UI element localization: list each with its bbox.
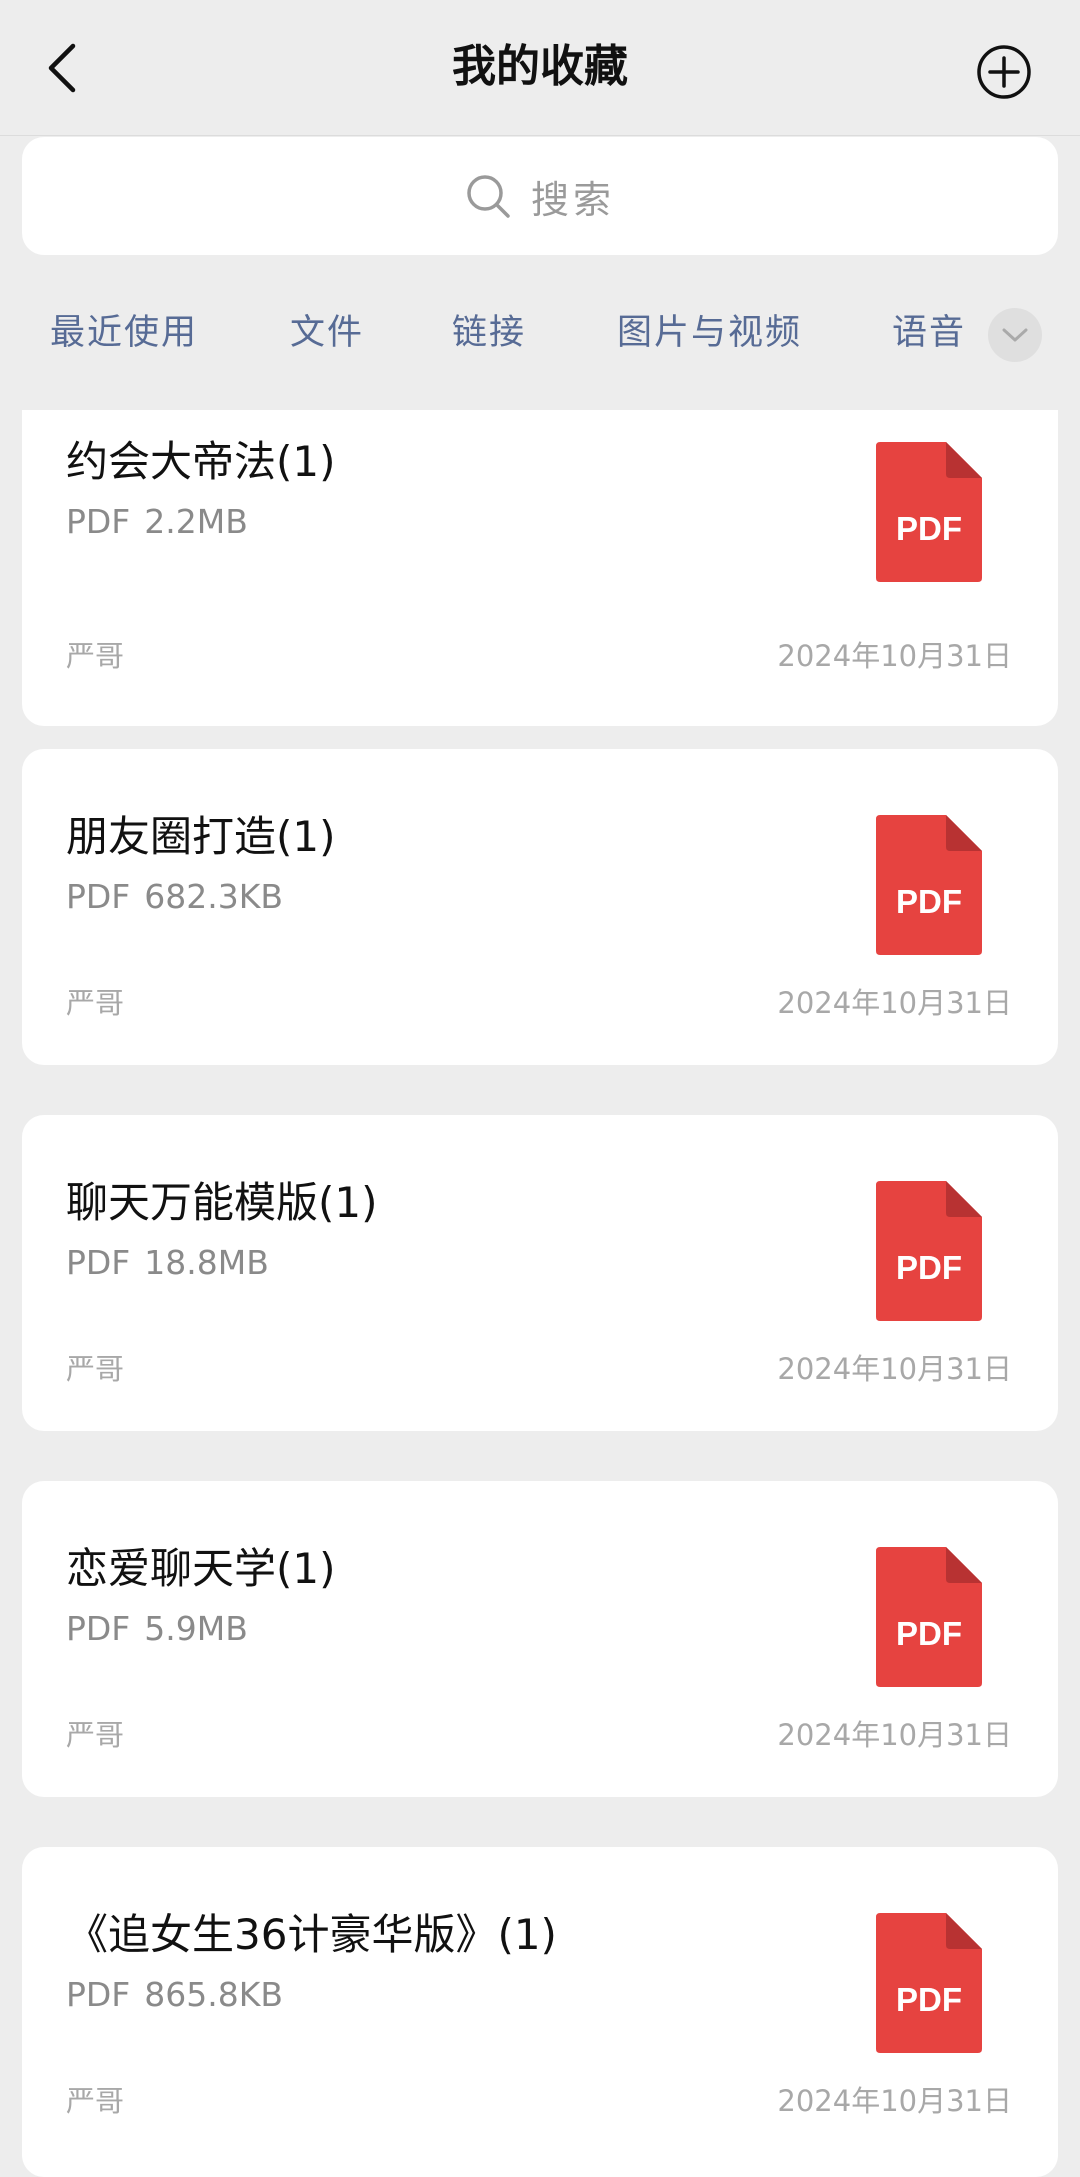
item-title: 朋友圈打造(1) (66, 812, 336, 861)
item-type: PDF (66, 877, 131, 916)
item-title: 聊天万能模版(1) (66, 1178, 378, 1227)
item-source: 严哥 (66, 639, 125, 673)
search-bar[interactable]: 搜索 (22, 137, 1058, 255)
category-tabs: 最近使用 文件 链接 图片与视频 语音 (0, 290, 1080, 380)
list-item[interactable]: 《追女生36计豪华版》(1) PDF 865.8KB 严哥 2024年10月31日… (22, 1847, 1058, 2177)
tab-files[interactable]: 文件 (290, 308, 364, 358)
item-source: 严哥 (66, 986, 125, 1020)
item-title: 恋爱聊天学(1) (66, 1544, 336, 1593)
item-date: 2024年10月31日 (777, 2084, 1012, 2118)
item-type: PDF (66, 1975, 131, 2014)
pdf-file-icon: PDF (876, 442, 982, 582)
item-date: 2024年10月31日 (777, 639, 1012, 673)
item-type: PDF (66, 1609, 131, 1648)
item-title: 约会大帝法(1) (66, 437, 336, 486)
pdf-file-icon: PDF (876, 1913, 982, 2053)
pdf-icon-label: PDF (896, 510, 962, 547)
item-date: 2024年10月31日 (777, 1718, 1012, 1752)
nav-bar: 我的收藏 (0, 0, 1080, 136)
chevron-down-icon (1002, 328, 1028, 342)
pdf-file-icon: PDF (876, 1181, 982, 1321)
item-source: 严哥 (66, 1718, 125, 1752)
item-size: 18.8MB (144, 1243, 269, 1282)
add-button[interactable] (976, 44, 1032, 100)
pdf-icon-label: PDF (896, 1249, 962, 1286)
item-title: 《追女生36计豪华版》(1) (66, 1910, 557, 1959)
item-meta: PDF 5.9MB (66, 1607, 248, 1651)
item-meta: PDF 682.3KB (66, 875, 283, 919)
item-source: 严哥 (66, 2084, 125, 2118)
page-title: 我的收藏 (452, 41, 628, 92)
tab-links[interactable]: 链接 (452, 308, 526, 358)
pdf-icon-label: PDF (896, 1615, 962, 1652)
plus-circle-icon (977, 45, 1031, 99)
list-item[interactable]: 恋爱聊天学(1) PDF 5.9MB 严哥 2024年10月31日 PDF (22, 1481, 1058, 1797)
list-item[interactable]: 朋友圈打造(1) PDF 682.3KB 严哥 2024年10月31日 PDF (22, 749, 1058, 1065)
item-source: 严哥 (66, 1352, 125, 1386)
pdf-icon-label: PDF (896, 1981, 962, 2018)
item-size: 2.2MB (144, 502, 248, 541)
pdf-file-icon: PDF (876, 815, 982, 955)
item-size: 682.3KB (144, 877, 284, 916)
search-icon (467, 175, 510, 218)
item-size: 865.8KB (144, 1975, 284, 2014)
item-date: 2024年10月31日 (777, 1352, 1012, 1386)
tab-images-videos[interactable]: 图片与视频 (617, 308, 802, 358)
item-meta: PDF 865.8KB (66, 1973, 283, 2017)
pdf-file-icon: PDF (876, 1547, 982, 1687)
item-meta: PDF 2.2MB (66, 500, 248, 544)
tab-recent[interactable]: 最近使用 (50, 308, 198, 358)
tab-voice[interactable]: 语音 (892, 308, 966, 358)
item-date: 2024年10月31日 (777, 986, 1012, 1020)
list-item[interactable]: 约会大帝法(1) PDF 2.2MB 严哥 2024年10月31日 PDF (22, 410, 1058, 726)
more-tabs-button[interactable] (988, 308, 1042, 362)
item-type: PDF (66, 1243, 131, 1282)
item-size: 5.9MB (144, 1609, 248, 1648)
item-meta: PDF 18.8MB (66, 1241, 269, 1285)
list-item[interactable]: 聊天万能模版(1) PDF 18.8MB 严哥 2024年10月31日 PDF (22, 1115, 1058, 1431)
search-placeholder: 搜索 (530, 177, 615, 222)
item-type: PDF (66, 502, 131, 541)
pdf-icon-label: PDF (896, 883, 962, 920)
